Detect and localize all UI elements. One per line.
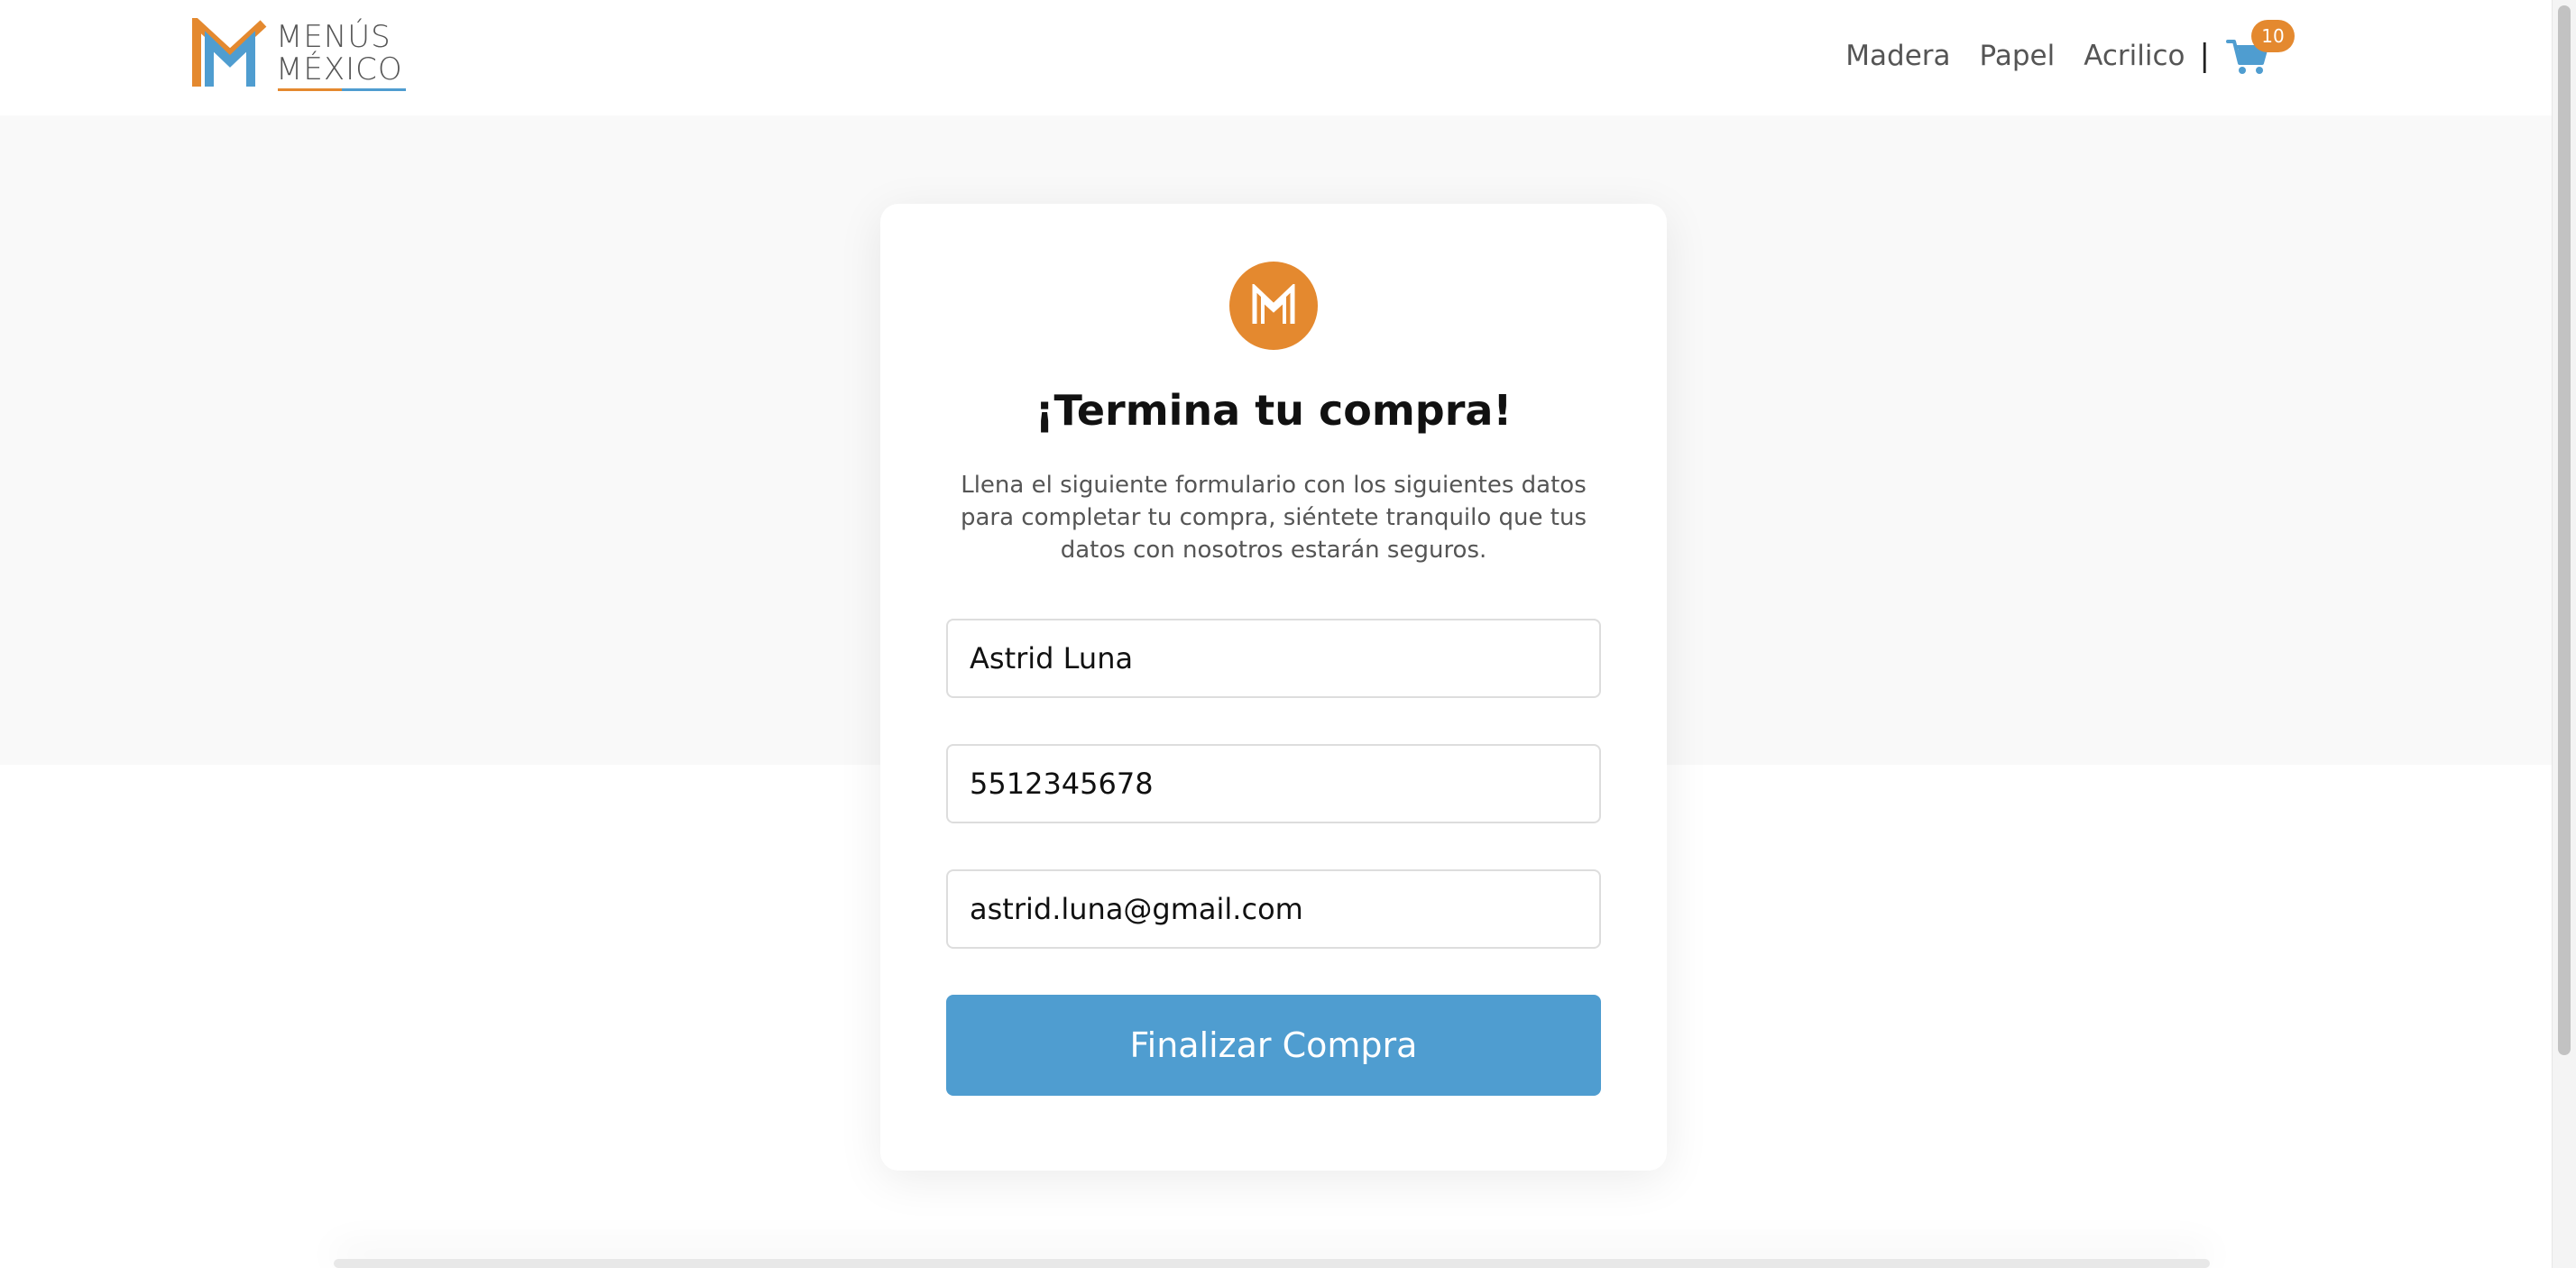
logo-text-line1: MENÚS <box>276 19 391 55</box>
card-logo-badge <box>1229 262 1318 350</box>
nav-item-madera[interactable]: Madera <box>1845 40 1950 72</box>
menus-mexico-logo-icon <box>192 18 267 87</box>
nav-item-acrilico[interactable]: Acrilico <box>2084 40 2185 72</box>
page: MENÚS MÉXICO Madera Papel Acrilico | 10 <box>0 0 2576 1268</box>
brand-logo[interactable]: MENÚS MÉXICO <box>191 18 408 96</box>
logo-underline <box>278 88 406 91</box>
finalize-purchase-button[interactable]: Finalizar Compra <box>946 995 1601 1096</box>
checkout-card: ¡Termina tu compra! Llena el siguiente f… <box>880 204 1667 1171</box>
checkout-description: Llena el siguiente formulario con los si… <box>960 472 1587 564</box>
navbar: MENÚS MÉXICO Madera Papel Acrilico | 10 <box>0 0 2553 115</box>
cart-button[interactable]: 10 <box>2226 20 2295 78</box>
logo-text-line2: MÉXICO <box>276 51 403 87</box>
name-field[interactable] <box>946 619 1601 698</box>
checkout-title: ¡Termina tu compra! <box>1035 386 1513 435</box>
cart-count-badge: 10 <box>2251 20 2295 52</box>
footer-edge <box>334 1259 2210 1268</box>
menus-mexico-logo-icon <box>1252 284 1295 324</box>
page-scrollbar[interactable] <box>2552 0 2576 1268</box>
phone-field[interactable] <box>946 744 1601 823</box>
scrollbar-thumb[interactable] <box>2558 5 2571 1055</box>
email-field[interactable] <box>946 869 1601 949</box>
nav-item-papel[interactable]: Papel <box>1980 40 2056 72</box>
nav-menu: Madera Papel Acrilico | 10 <box>1817 20 2295 79</box>
nav-separator: | <box>2199 38 2210 74</box>
